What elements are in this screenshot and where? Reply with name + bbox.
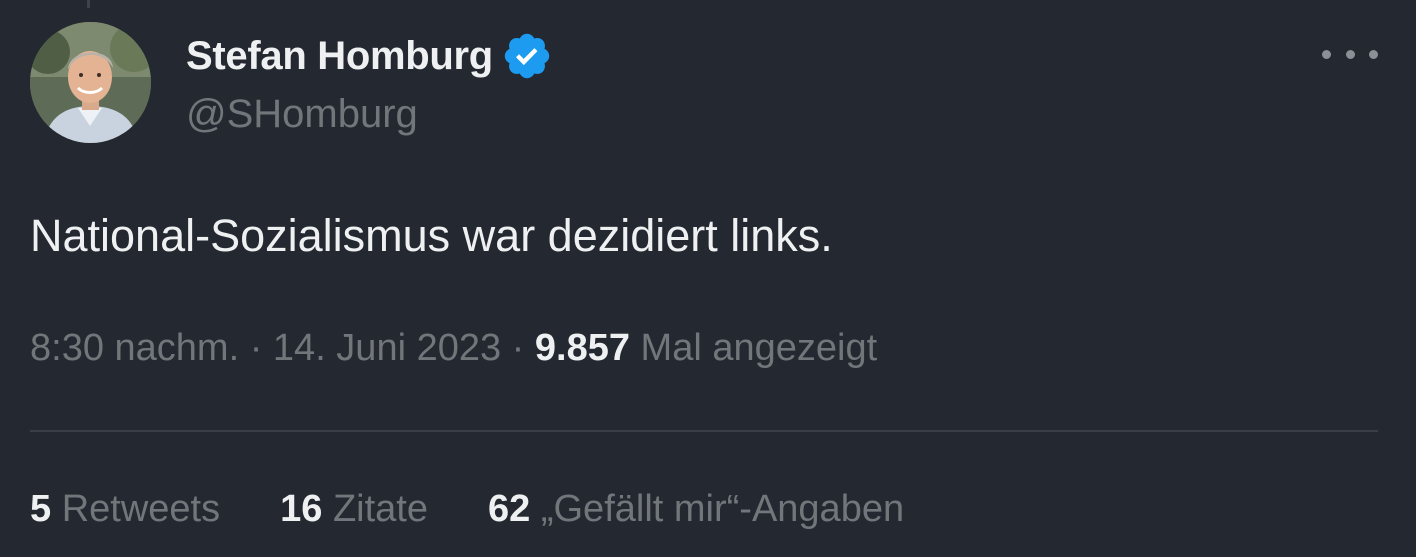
likes-label: „Gefällt mir“-Angaben	[540, 488, 905, 530]
quotes-label: Zitate	[332, 488, 428, 530]
views-label: Mal angezeigt	[640, 327, 878, 369]
views-count: 9.857	[534, 327, 630, 369]
divider	[30, 430, 1378, 432]
engagement-stats: 5 Retweets 16 Zitate 62 „Gefällt mir“-An…	[30, 488, 964, 531]
tweet-text: National-Sozialismus war dezidiert links…	[30, 210, 833, 261]
likes-count: 62	[488, 488, 531, 530]
author-display-name[interactable]: Stefan Homburg	[186, 34, 493, 79]
retweets-label: Retweets	[61, 488, 221, 530]
quotes-count: 16	[280, 488, 323, 530]
quotes-stat[interactable]: 16 Zitate	[280, 488, 428, 531]
avatar[interactable]	[30, 22, 151, 143]
verified-badge-icon	[504, 33, 550, 79]
meta-separator: ·	[249, 327, 263, 369]
retweets-count: 5	[30, 488, 52, 530]
avatar-photo	[30, 22, 151, 143]
tweet-detail: Stefan Homburg @SHomburg National-Sozial…	[0, 0, 1416, 557]
author-handle[interactable]: @SHomburg	[186, 92, 418, 137]
tweet-meta: 8:30 nachm. · 14. Juni 2023 · 9.857 Mal …	[30, 327, 877, 370]
author-name-row: Stefan Homburg	[186, 28, 553, 84]
thread-connector	[87, 0, 90, 8]
retweets-stat[interactable]: 5 Retweets	[30, 488, 220, 531]
tweet-time[interactable]: 8:30 nachm.	[30, 327, 239, 369]
likes-stat[interactable]: 62 „Gefällt mir“-Angaben	[488, 488, 904, 531]
more-dot	[1322, 49, 1331, 59]
tweet-date[interactable]: 14. Juni 2023	[273, 327, 501, 369]
more-dot	[1369, 49, 1378, 59]
more-dot	[1345, 49, 1355, 59]
more-horizontal-icon[interactable]	[1322, 34, 1378, 74]
meta-separator: ·	[511, 327, 525, 369]
